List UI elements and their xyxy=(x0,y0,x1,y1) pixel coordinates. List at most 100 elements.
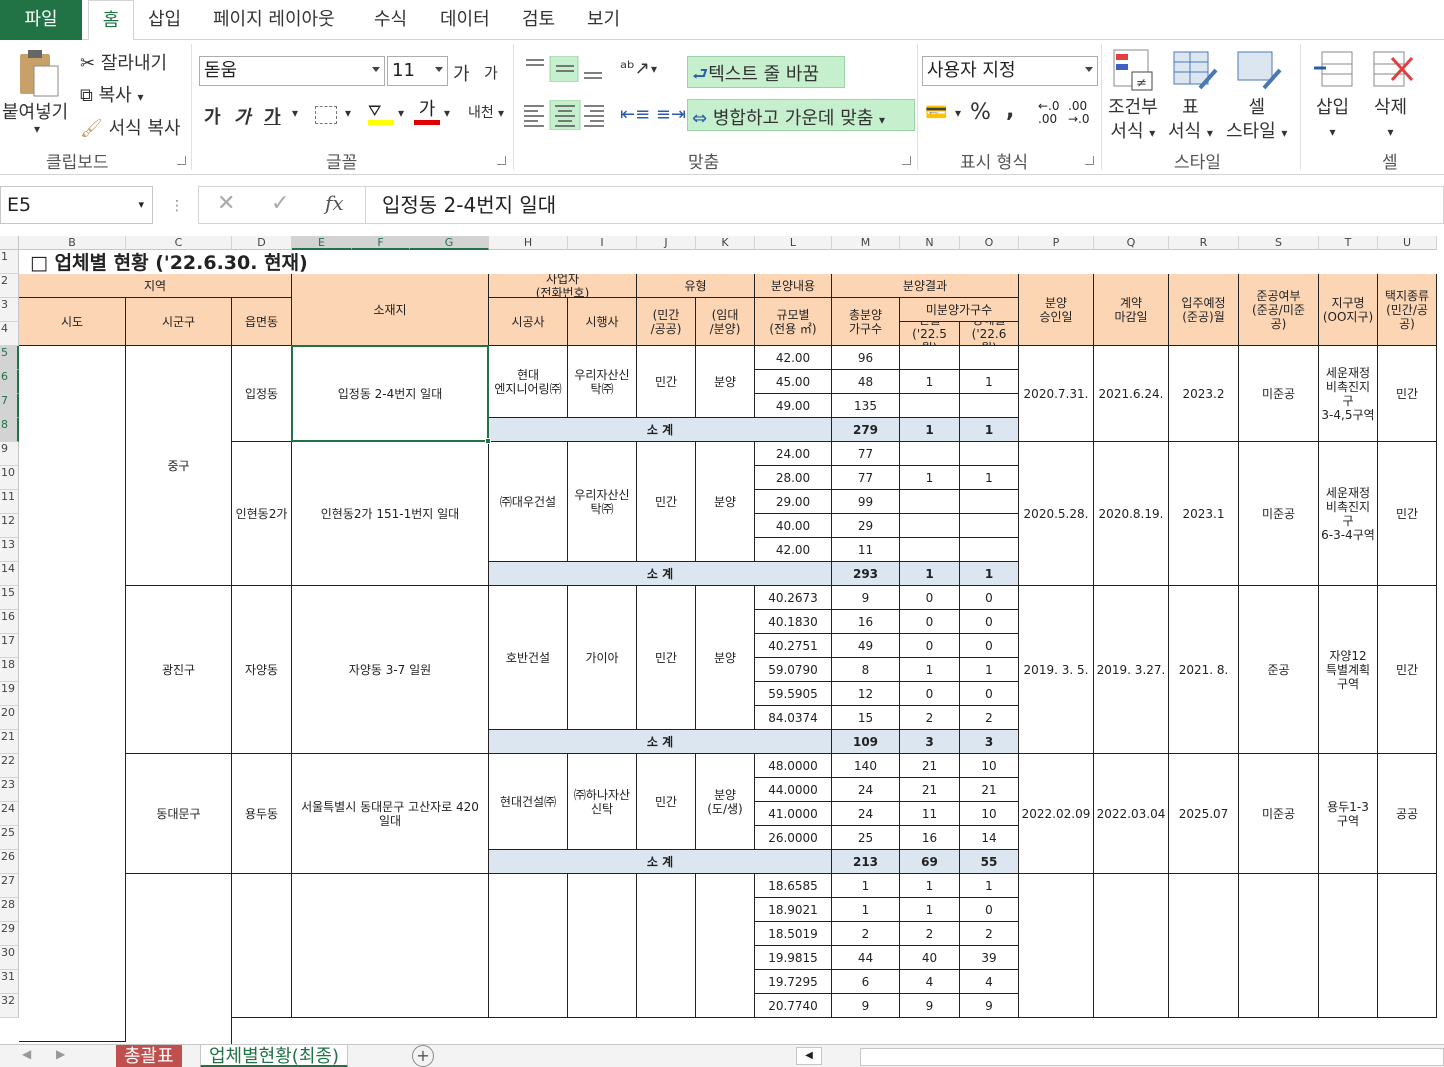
prev-unsold-cell[interactable] xyxy=(900,346,960,370)
file-tab[interactable]: 파일 xyxy=(0,0,82,40)
delete-cells-icon[interactable] xyxy=(1370,48,1414,92)
prev-unsold-cell[interactable]: 21 xyxy=(900,778,960,802)
total-units-cell[interactable]: 24 xyxy=(832,778,900,802)
cell-styles-button[interactable]: 셀 스타일 ▾ xyxy=(1226,96,1287,145)
header-sale[interactable]: 분양내용 xyxy=(755,274,832,298)
row-header-2[interactable]: 2 xyxy=(0,274,19,298)
prev-unsold-cell[interactable]: 21 xyxy=(900,754,960,778)
prev-unsold-cell[interactable]: 0 xyxy=(900,586,960,610)
name-box[interactable]: E5 ▾ xyxy=(0,186,153,224)
sigungu-cell[interactable] xyxy=(126,874,232,1044)
location-cell[interactable] xyxy=(292,874,489,1018)
curr-unsold-cell[interactable]: 0 xyxy=(960,682,1019,706)
worksheet-grid[interactable]: B C D E F G H I J K L M N O P Q R S T U 1 2 3 4 5 6 7 8 9 10 11 12 13 14 1… xyxy=(0,236,1444,1044)
sido-cell[interactable] xyxy=(19,346,126,1042)
prev-unsold-cell[interactable]: 0 xyxy=(900,610,960,634)
size-cell[interactable]: 40.1830 xyxy=(755,610,832,634)
format-as-table-button[interactable]: 표 서식 ▾ xyxy=(1168,96,1213,145)
vertical-align-icons[interactable] xyxy=(522,56,608,82)
prev-unsold-cell[interactable]: 1 xyxy=(900,466,960,490)
subtotal-prev[interactable]: 69 xyxy=(900,850,960,874)
enter-icon[interactable]: ✓ xyxy=(271,191,289,216)
district-cell[interactable]: 용두1-3 구역 xyxy=(1319,754,1378,874)
row-header-16[interactable]: 16 xyxy=(0,610,19,634)
curr-unsold-cell[interactable] xyxy=(960,514,1019,538)
builder-cell[interactable]: 현대건설㈜ xyxy=(489,754,568,850)
location-cell[interactable]: 자양동 3-7 일원 xyxy=(292,586,489,754)
builder-cell[interactable]: ㈜대우건설 xyxy=(489,442,568,562)
total-units-cell[interactable]: 8 xyxy=(832,658,900,682)
subtotal-label[interactable]: 소 계 xyxy=(489,730,832,754)
type-public-cell[interactable] xyxy=(637,874,696,1018)
column-header-p[interactable]: P xyxy=(1019,236,1094,250)
total-units-cell[interactable]: 15 xyxy=(832,706,900,730)
column-header-q[interactable]: Q xyxy=(1094,236,1169,250)
tab-home[interactable]: 홈 xyxy=(88,0,134,41)
fill-color-icon[interactable]: ⛛ xyxy=(368,102,394,128)
total-units-cell[interactable]: 24 xyxy=(832,802,900,826)
land-type-cell[interactable]: 민간 xyxy=(1378,442,1437,586)
row-header-8[interactable]: 8 xyxy=(0,418,19,442)
type-public-cell[interactable]: 민간 xyxy=(637,586,696,730)
size-cell[interactable]: 44.0000 xyxy=(755,778,832,802)
tab-page-layout[interactable]: 페이지 레이아웃 xyxy=(213,0,335,40)
row-header-4[interactable]: 4 xyxy=(0,322,19,346)
curr-unsold-cell[interactable]: 0 xyxy=(960,610,1019,634)
header-move-in[interactable]: 입주예정 (준공)월 xyxy=(1169,274,1239,346)
developer-cell[interactable]: 우리자산신 탁㈜ xyxy=(568,346,637,418)
header-type-lease[interactable]: (임대 /분양) xyxy=(696,298,755,346)
size-cell[interactable]: 48.0000 xyxy=(755,754,832,778)
currency-icon[interactable]: 💳 xyxy=(925,102,947,123)
approval-cell[interactable]: 2019. 3. 5. xyxy=(1019,586,1094,754)
total-units-cell[interactable]: 96 xyxy=(832,346,900,370)
header-business[interactable]: 사업자 (전화번호) xyxy=(489,274,637,298)
subtotal-prev[interactable]: 1 xyxy=(900,418,960,442)
type-lease-cell[interactable]: 분양 (도/생) xyxy=(696,754,755,850)
row-header-24[interactable]: 24 xyxy=(0,802,19,826)
row-header-26[interactable]: 26 xyxy=(0,850,19,874)
size-cell[interactable]: 59.5905 xyxy=(755,682,832,706)
row-header-23[interactable]: 23 xyxy=(0,778,19,802)
size-cell[interactable]: 24.00 xyxy=(755,442,832,466)
approval-cell[interactable]: 2020.7.31. xyxy=(1019,346,1094,442)
district-cell[interactable]: 세운재정 비촉진지 구 6-3-4구역 xyxy=(1319,442,1378,586)
column-header-s[interactable]: S xyxy=(1239,236,1319,250)
subtotal-curr[interactable]: 55 xyxy=(960,850,1019,874)
subtotal-prev[interactable]: 3 xyxy=(900,730,960,754)
size-cell[interactable]: 40.2673 xyxy=(755,586,832,610)
developer-cell[interactable] xyxy=(568,874,637,1018)
subtotal-total[interactable]: 213 xyxy=(832,850,900,874)
row-header-25[interactable]: 25 xyxy=(0,826,19,850)
row-header-5[interactable]: 5 xyxy=(0,346,19,370)
size-cell[interactable]: 45.00 xyxy=(755,370,832,394)
size-cell[interactable]: 28.00 xyxy=(755,466,832,490)
size-cell[interactable]: 26.0000 xyxy=(755,826,832,850)
font-color-button[interactable]: 가 xyxy=(414,100,440,128)
column-header-h[interactable]: H xyxy=(489,236,568,250)
column-header-r[interactable]: R xyxy=(1169,236,1239,250)
subtotal-total[interactable]: 279 xyxy=(832,418,900,442)
wrap-text-button[interactable]: ⮐텍스트 줄 바꿈 xyxy=(687,56,845,88)
number-launcher-icon[interactable] xyxy=(1085,156,1094,165)
completion-cell[interactable]: 미준공 xyxy=(1239,754,1319,874)
tab-formulas[interactable]: 수식 xyxy=(374,0,407,40)
curr-unsold-cell[interactable]: 1 xyxy=(960,370,1019,394)
builder-cell[interactable]: 호반건설 xyxy=(489,586,568,730)
size-cell[interactable]: 19.7295 xyxy=(755,970,832,994)
curr-unsold-cell[interactable]: 39 xyxy=(960,946,1019,970)
size-cell[interactable]: 84.0374 xyxy=(755,706,832,730)
percent-button[interactable]: % xyxy=(970,100,991,125)
paste-icon[interactable] xyxy=(16,48,62,100)
horizontal-scrollbar[interactable] xyxy=(860,1048,1444,1066)
curr-unsold-cell[interactable]: 0 xyxy=(960,634,1019,658)
phonetic-dropdown-icon[interactable]: ▾ xyxy=(498,106,504,120)
land-type-cell[interactable] xyxy=(1378,874,1437,1018)
row-header-29[interactable]: 29 xyxy=(0,922,19,946)
conditional-format-button[interactable]: 조건부 서식 ▾ xyxy=(1108,96,1158,145)
chevron-down-icon[interactable]: ▾ xyxy=(879,113,885,127)
header-curr-month[interactable]: 당해월 ('22.6 월) xyxy=(960,322,1019,346)
header-district[interactable]: 지구명 (OO지구) xyxy=(1319,274,1378,346)
type-lease-cell[interactable]: 분양 xyxy=(696,346,755,418)
tab-data[interactable]: 데이터 xyxy=(440,0,490,40)
cancel-icon[interactable]: ✕ xyxy=(217,191,235,216)
